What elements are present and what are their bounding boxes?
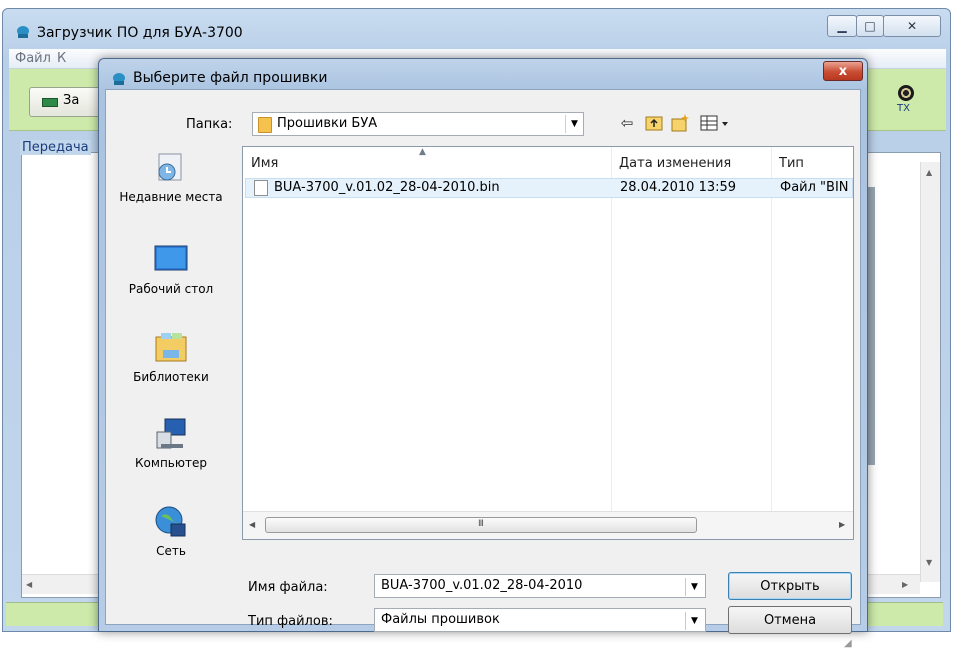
scroll-right-icon[interactable]: ▶ bbox=[839, 520, 845, 529]
filetype-select[interactable]: Файлы прошивок ▼ bbox=[374, 608, 706, 632]
list-horizontal-scrollbar[interactable]: ◀ III ▶ bbox=[243, 511, 853, 539]
column-type[interactable]: Тип bbox=[779, 156, 804, 171]
recent-places-icon bbox=[158, 153, 182, 181]
main-close-button[interactable]: ✕ bbox=[883, 15, 941, 37]
menu-item-2[interactable]: К bbox=[57, 51, 66, 66]
place-network[interactable]: Сеть bbox=[116, 504, 226, 590]
filename-value: BUA-3700_v.01.02_28-04-2010 bbox=[381, 578, 583, 593]
column-date[interactable]: Дата изменения bbox=[619, 156, 731, 171]
sort-ascending-icon: ▲ bbox=[419, 147, 426, 157]
scroll-left-icon[interactable]: ◀ bbox=[249, 520, 255, 529]
chip-icon bbox=[42, 98, 58, 107]
dialog-title: Выберите файл прошивки bbox=[133, 70, 328, 86]
open-button[interactable]: Открыть bbox=[728, 572, 852, 600]
tx-label: TX bbox=[897, 103, 910, 114]
list-header: ▲ Имя Дата изменения Тип bbox=[243, 147, 853, 177]
folder-select[interactable]: Прошивки БУА ▼ bbox=[252, 112, 584, 136]
dialog-close-button[interactable]: x bbox=[823, 61, 863, 81]
place-label: Рабочий стол bbox=[128, 282, 214, 296]
cancel-button[interactable]: Отмена bbox=[728, 606, 852, 634]
load-button-label: За bbox=[63, 93, 80, 108]
desktop-icon bbox=[154, 245, 188, 271]
scroll-grip: III bbox=[478, 519, 484, 529]
tx-led-icon bbox=[898, 85, 914, 101]
minimize-button[interactable]: ▁ bbox=[827, 15, 857, 37]
dialog-client-area: Папка: Прошивки БУА ▼ ⇦ Недавние места Р… bbox=[105, 89, 861, 649]
scroll-thumb[interactable]: III bbox=[265, 517, 697, 533]
table-row[interactable]: BUA-3700_v.01.02_28-04-2010.bin 28.04.20… bbox=[245, 178, 853, 198]
place-libraries[interactable]: Библиотеки bbox=[116, 330, 226, 416]
chevron-down-icon[interactable]: ▼ bbox=[685, 612, 703, 630]
tx-indicator: TX bbox=[891, 85, 921, 125]
place-desktop[interactable]: Рабочий стол bbox=[116, 242, 226, 328]
main-title-bar[interactable]: Загрузчик ПО для БУА-3700 ▁ □ ✕ bbox=[3, 9, 950, 49]
filename-label: Имя файла: bbox=[248, 580, 328, 595]
up-folder-icon[interactable] bbox=[643, 112, 665, 134]
place-recent[interactable]: Недавние места bbox=[116, 150, 226, 236]
main-window-title: Загрузчик ПО для БУА-3700 bbox=[37, 25, 243, 41]
filename-input[interactable]: BUA-3700_v.01.02_28-04-2010 ▼ bbox=[374, 574, 706, 598]
scroll-down-icon[interactable]: ▼ bbox=[926, 558, 932, 567]
folder-value: Прошивки БУА bbox=[277, 116, 378, 131]
computer-icon bbox=[156, 418, 186, 449]
scroll-up-icon[interactable]: ▲ bbox=[926, 168, 932, 177]
transfer-vertical-scrollbar[interactable]: ▲ ▼ bbox=[920, 162, 940, 582]
network-icon bbox=[155, 506, 186, 537]
menu-file[interactable]: Файл bbox=[15, 51, 51, 66]
filetype-label: Тип файлов: bbox=[248, 614, 333, 629]
scroll-right-icon[interactable]: ▶ bbox=[902, 580, 908, 589]
resize-grip-icon[interactable]: ◢ bbox=[844, 638, 852, 649]
libraries-icon bbox=[155, 333, 187, 362]
close-icon: x bbox=[838, 63, 848, 79]
file-date: 28.04.2010 13:59 bbox=[620, 180, 737, 195]
filetype-value: Файлы прошивок bbox=[381, 612, 500, 627]
view-menu-icon[interactable] bbox=[698, 112, 732, 134]
chevron-down-icon[interactable]: ▼ bbox=[565, 115, 583, 133]
place-computer[interactable]: Компьютер bbox=[116, 416, 226, 502]
file-name: BUA-3700_v.01.02_28-04-2010.bin bbox=[274, 180, 500, 195]
maximize-icon: □ bbox=[864, 19, 876, 33]
folder-icon bbox=[258, 117, 272, 133]
file-type: Файл "BIN bbox=[780, 180, 849, 195]
app-icon bbox=[17, 26, 29, 38]
close-icon: ✕ bbox=[906, 19, 918, 33]
column-name[interactable]: Имя bbox=[251, 156, 278, 171]
file-list: ▲ Имя Дата изменения Тип BUA-3700_v.01.0… bbox=[242, 146, 854, 540]
column-divider[interactable] bbox=[611, 147, 612, 511]
place-label: Недавние места bbox=[119, 190, 223, 204]
maximize-button[interactable]: □ bbox=[856, 15, 884, 37]
scroll-left-icon[interactable]: ◀ bbox=[26, 580, 32, 589]
minimize-icon: ▁ bbox=[837, 19, 847, 33]
place-label: Библиотеки bbox=[133, 370, 209, 384]
chevron-down-icon[interactable]: ▼ bbox=[685, 578, 703, 596]
transfer-group-label: Передача bbox=[20, 140, 91, 155]
folder-label: Папка: bbox=[186, 117, 233, 132]
column-divider[interactable] bbox=[771, 147, 772, 511]
back-icon[interactable]: ⇦ bbox=[616, 112, 638, 134]
open-file-dialog: Выберите файл прошивки x Папка: Прошивки… bbox=[98, 58, 868, 649]
file-icon bbox=[254, 180, 268, 196]
app-icon bbox=[113, 73, 125, 85]
new-folder-icon[interactable] bbox=[669, 112, 691, 134]
place-label: Компьютер bbox=[135, 456, 207, 470]
place-label: Сеть bbox=[156, 544, 186, 558]
